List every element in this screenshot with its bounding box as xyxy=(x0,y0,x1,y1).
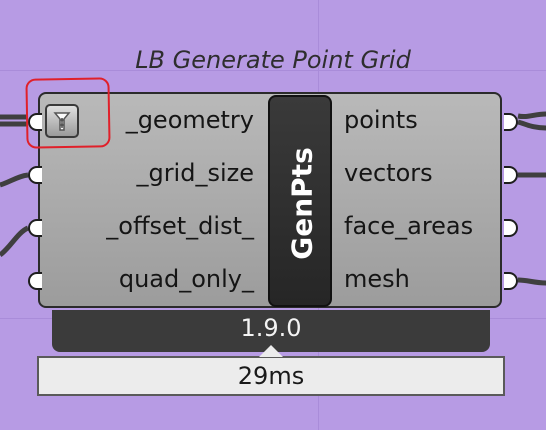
input-grip-offset-dist[interactable] xyxy=(28,219,42,237)
input-label-offset-dist[interactable]: _offset_dist_ xyxy=(106,212,254,240)
output-label-face-areas[interactable]: face_areas xyxy=(344,212,473,240)
annotation-highlight-box xyxy=(25,77,111,149)
input-label-quad-only[interactable]: quad_only_ xyxy=(119,265,254,293)
output-label-points[interactable]: points xyxy=(344,106,418,134)
input-label-grid-size[interactable]: _grid_size xyxy=(136,159,254,187)
nickname-bar[interactable]: GenPts xyxy=(268,95,332,307)
output-label-mesh[interactable]: mesh xyxy=(344,265,410,293)
component-nickname: GenPts xyxy=(285,146,319,260)
input-grip-grid-size[interactable] xyxy=(28,166,42,184)
version-label: 1.9.0 xyxy=(240,314,302,342)
wire-out-mesh xyxy=(517,277,546,286)
input-grip-quad-only[interactable] xyxy=(28,272,42,290)
input-label-geometry[interactable]: _geometry xyxy=(126,106,254,134)
wire-out-points xyxy=(517,119,546,131)
timing-label: 29ms xyxy=(237,362,305,390)
wire-in-grid-size xyxy=(0,172,29,188)
wire-in-offset xyxy=(0,225,30,258)
wire-out-points xyxy=(517,111,546,120)
timing-notch xyxy=(259,345,283,357)
output-label-vectors[interactable]: vectors xyxy=(344,159,433,187)
